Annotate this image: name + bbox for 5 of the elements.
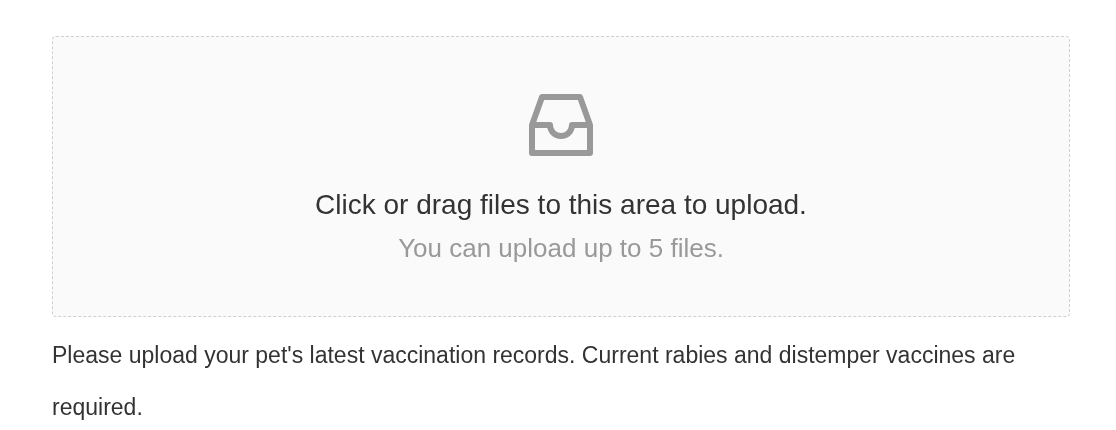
upload-dropzone[interactable]: Click or drag files to this area to upload. You can upload up to 5 files. (52, 36, 1070, 317)
inbox-icon (528, 91, 594, 157)
upload-title: Click or drag files to this area to upload. (315, 188, 807, 222)
help-text: Please upload your pet's latest vaccination records. Current rabies and distemper vaccines are required. (52, 341, 1017, 422)
upload-hint: You can upload up to 5 files. (398, 232, 724, 265)
